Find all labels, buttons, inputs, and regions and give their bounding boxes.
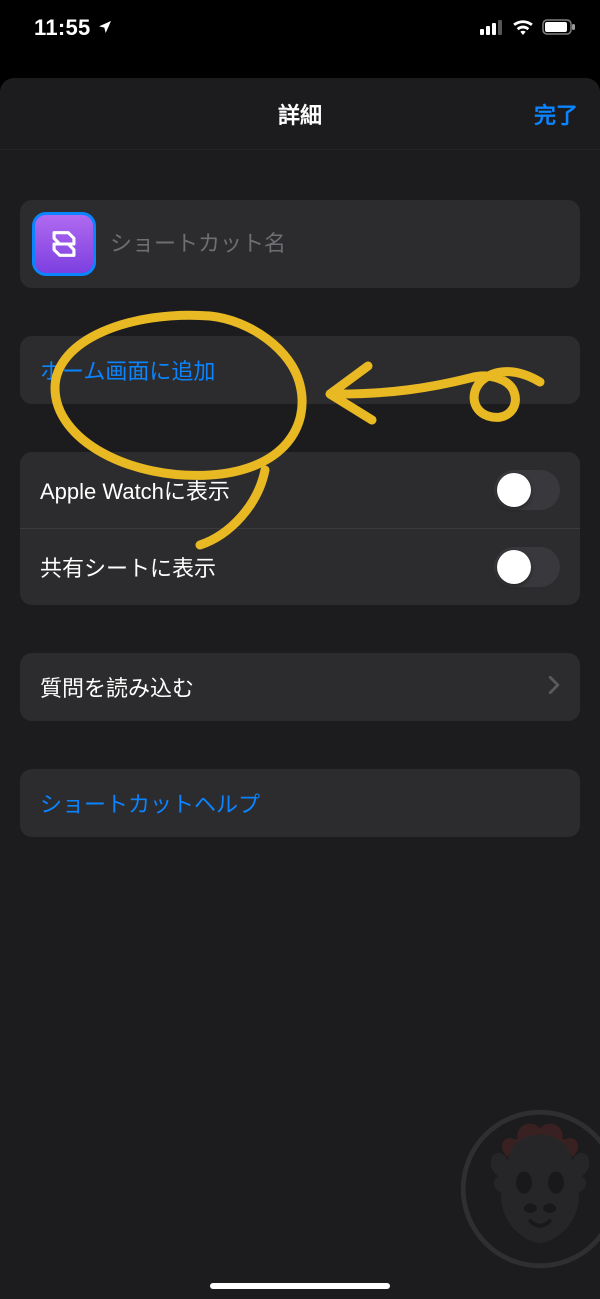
apple-watch-label: Apple Watchに表示	[40, 474, 230, 506]
add-to-home-label: ホーム画面に追加	[40, 354, 215, 386]
import-questions-button[interactable]: 質問を読み込む	[20, 653, 580, 721]
apple-watch-toggle[interactable]	[494, 470, 560, 510]
import-questions-group: 質問を読み込む	[20, 653, 580, 721]
status-left: 11:55	[34, 15, 113, 41]
location-icon	[97, 15, 113, 41]
status-bar: 11:55	[0, 0, 600, 56]
content: ホーム画面に追加 Apple Watchに表示 共有シートに表示 質問を読み込む	[0, 150, 600, 837]
status-right	[480, 15, 576, 41]
help-group: ショートカットヘルプ	[20, 769, 580, 837]
shortcut-help-button[interactable]: ショートカットヘルプ	[20, 769, 580, 837]
shortcut-help-label: ショートカットヘルプ	[40, 787, 260, 819]
home-indicator[interactable]	[210, 1283, 390, 1289]
watermark-icon	[460, 1109, 600, 1269]
navbar: 詳細 完了	[0, 78, 600, 150]
shortcut-icon[interactable]	[32, 212, 96, 276]
status-time: 11:55	[34, 15, 91, 41]
cellular-icon	[480, 15, 504, 41]
page-title: 詳細	[278, 98, 322, 130]
shortcut-name-group	[20, 200, 580, 288]
import-questions-label: 質問を読み込む	[40, 671, 194, 703]
battery-icon	[542, 15, 576, 41]
done-button[interactable]: 完了	[534, 98, 578, 130]
share-sheet-toggle[interactable]	[494, 547, 560, 587]
wifi-icon	[512, 15, 534, 41]
chevron-right-icon	[548, 674, 560, 700]
add-to-home-group: ホーム画面に追加	[20, 336, 580, 404]
shortcut-name-row[interactable]	[20, 200, 580, 288]
shortcut-name-input[interactable]	[110, 231, 568, 257]
add-to-home-button[interactable]: ホーム画面に追加	[20, 336, 580, 404]
share-sheet-row: 共有シートに表示	[20, 528, 580, 605]
display-options-group: Apple Watchに表示 共有シートに表示	[20, 452, 580, 605]
apple-watch-row: Apple Watchに表示	[20, 452, 580, 528]
share-sheet-label: 共有シートに表示	[40, 551, 216, 583]
